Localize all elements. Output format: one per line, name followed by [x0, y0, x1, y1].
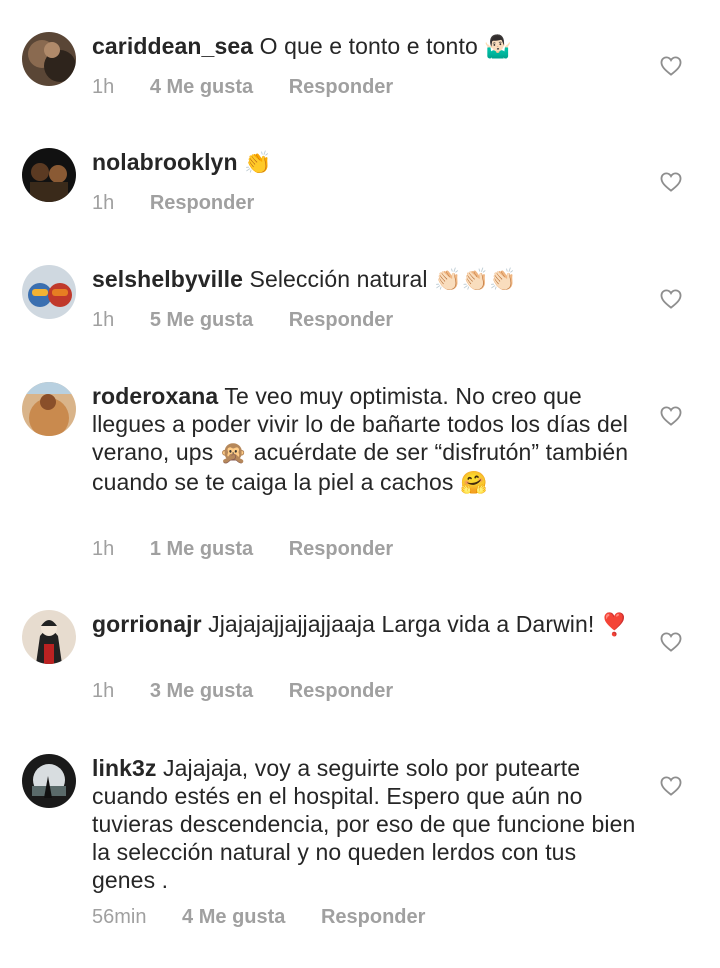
likes-count[interactable]: 5 Me gusta — [150, 309, 253, 332]
heart-exclamation-emoji: ❣️ — [600, 613, 629, 638]
heart-icon[interactable] — [660, 632, 682, 652]
comment-text: selshelbyville Selección natural 👏🏻👏🏻👏🏻 — [92, 265, 637, 295]
comment-text: cariddean_sea O que e tonto e tonto 🤷🏻‍♂… — [92, 32, 637, 62]
likes-count[interactable]: 4 Me gusta — [150, 76, 253, 99]
avatar[interactable] — [22, 610, 76, 664]
username-link[interactable]: nolabrooklyn — [92, 149, 238, 175]
comment-text: nolabrooklyn 👏 — [92, 148, 637, 178]
avatar[interactable] — [22, 265, 76, 319]
reply-button[interactable]: Responder — [289, 76, 393, 99]
username-link[interactable]: cariddean_sea — [92, 33, 253, 59]
likes-count[interactable]: 3 Me gusta — [150, 680, 253, 703]
comment-message: O que e tonto e tonto — [259, 33, 478, 59]
timestamp[interactable]: 1h — [92, 192, 114, 215]
timestamp[interactable]: 56min — [92, 906, 146, 929]
comment-text: gorrionajr Jjajajajjajjajjaaja Larga vid… — [92, 610, 637, 640]
timestamp[interactable]: 1h — [92, 76, 114, 99]
username-link[interactable]: selshelbyville — [92, 266, 243, 292]
comment-meta: 56min 4 Me gusta Responder — [92, 906, 455, 929]
comment-meta: 1h 5 Me gusta Responder — [92, 309, 423, 332]
reply-button[interactable]: Responder — [321, 906, 425, 929]
monkey-emoji: 🙊 — [219, 441, 248, 466]
hug-emoji: 🤗 — [460, 471, 488, 496]
comment-text: link3z Jajajaja, voy a seguirte solo por… — [92, 754, 637, 894]
heart-icon[interactable] — [660, 776, 682, 796]
likes-count[interactable]: 4 Me gusta — [182, 906, 285, 929]
reply-button[interactable]: Responder — [289, 309, 393, 332]
avatar[interactable] — [22, 754, 76, 808]
heart-icon[interactable] — [660, 406, 682, 426]
timestamp[interactable]: 1h — [92, 680, 114, 703]
likes-count[interactable]: 1 Me gusta — [150, 538, 253, 561]
comment-message: Jjajajajjajjajjaaja Larga vida a Darwin! — [208, 611, 595, 637]
shrug-emoji: 🤷🏻‍♂️ — [484, 35, 512, 60]
avatar[interactable] — [22, 148, 76, 202]
username-link[interactable]: gorrionajr — [92, 611, 202, 637]
comment-meta: 1h 1 Me gusta Responder — [92, 538, 423, 561]
heart-icon[interactable] — [660, 172, 682, 192]
comment-message: Jajajaja, voy a seguirte solo por putear… — [92, 755, 636, 893]
reply-button[interactable]: Responder — [289, 680, 393, 703]
comment-meta: 1h 3 Me gusta Responder — [92, 680, 423, 703]
avatar[interactable] — [22, 32, 76, 86]
comment-message: Selección natural — [249, 266, 428, 292]
reply-button[interactable]: Responder — [150, 192, 254, 215]
timestamp[interactable]: 1h — [92, 309, 114, 332]
clap-emoji: 👏🏻👏🏻👏🏻 — [434, 268, 517, 293]
username-link[interactable]: link3z — [92, 755, 157, 781]
comment-meta: 1h Responder — [92, 192, 284, 215]
comment-text: roderoxana Te veo muy optimista. No creo… — [92, 382, 637, 498]
avatar[interactable] — [22, 382, 76, 436]
timestamp[interactable]: 1h — [92, 538, 114, 561]
heart-icon[interactable] — [660, 56, 682, 76]
comment-meta: 1h 4 Me gusta Responder — [92, 76, 423, 99]
username-link[interactable]: roderoxana — [92, 383, 218, 409]
heart-icon[interactable] — [660, 289, 682, 309]
reply-button[interactable]: Responder — [289, 538, 393, 561]
clap-emoji: 👏 — [244, 151, 272, 176]
